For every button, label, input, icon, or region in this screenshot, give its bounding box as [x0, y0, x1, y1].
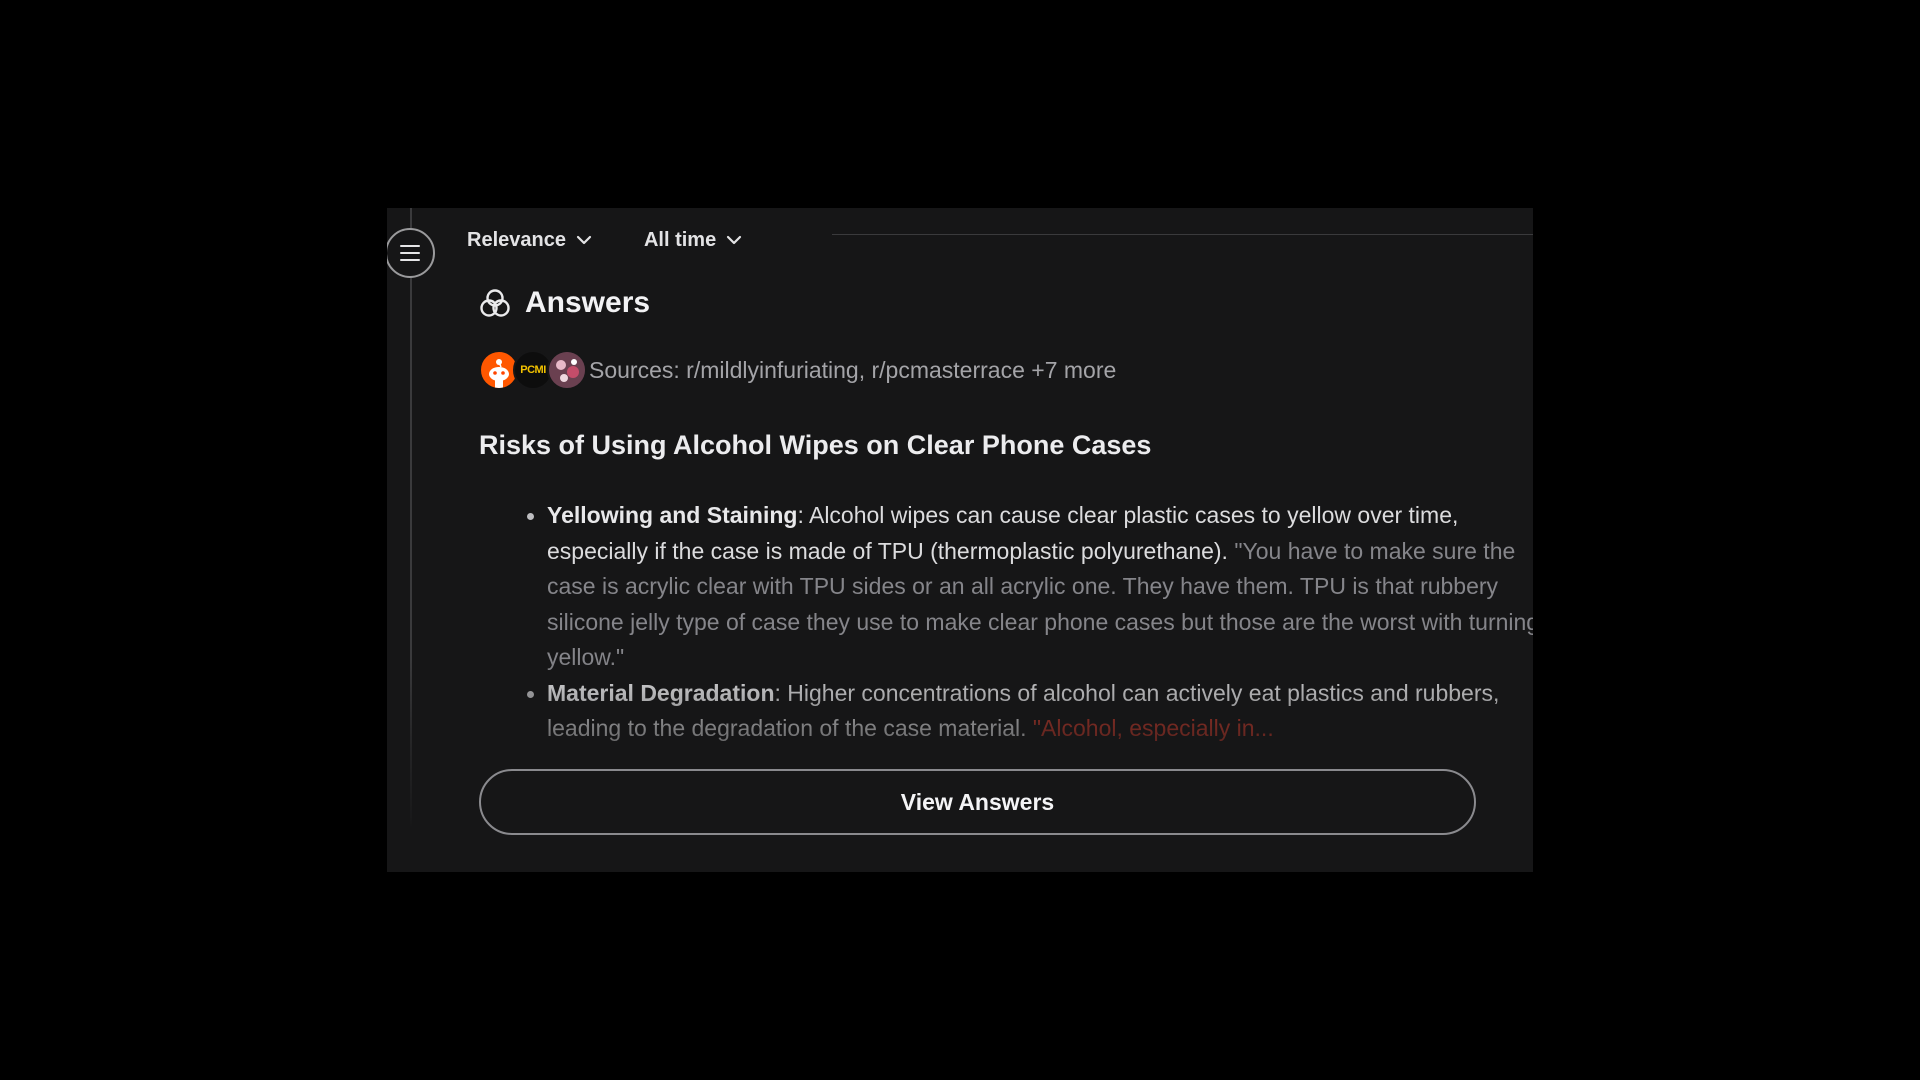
- view-answers-button[interactable]: View Answers: [479, 769, 1476, 835]
- answer-list: Yellowing and Staining: Alcohol wipes ca…: [479, 498, 1533, 747]
- bullet-term: Yellowing and Staining: [547, 502, 798, 528]
- hamburger-icon: [400, 245, 420, 261]
- filter-bar: Relevance All time: [467, 220, 794, 260]
- time-dropdown[interactable]: All time: [644, 229, 742, 252]
- chevron-down-icon: [727, 235, 742, 245]
- mildlyinfuriating-icon: [547, 350, 587, 390]
- filter-divider: [832, 234, 1533, 235]
- chevron-down-icon: [576, 235, 592, 245]
- time-dropdown-label: All time: [643, 228, 717, 251]
- answer-heading: Risks of Using Alcohol Wipes on Clear Ph…: [479, 430, 1152, 460]
- bullet-term: Material Degradation: [547, 679, 775, 706]
- list-item: Yellowing and Staining: Alcohol wipes ca…: [527, 498, 1533, 676]
- answers-title: Answers: [525, 286, 651, 319]
- answers-panel: Relevance All time Answers PCMI Sources:…: [387, 208, 1533, 872]
- sources-text[interactable]: Sources: r/mildlyinfuriating, r/pcmaster…: [589, 357, 1116, 384]
- menu-button[interactable]: [387, 228, 435, 278]
- answers-icon: [480, 289, 510, 317]
- list-item: Material Degradation: Higher concentrati…: [527, 676, 1533, 747]
- pcmr-icon-text: PCMI: [520, 364, 546, 376]
- source-avatars: PCMI: [479, 350, 587, 390]
- answers-header: Answers: [479, 286, 650, 320]
- sort-dropdown[interactable]: Relevance: [467, 229, 592, 252]
- bullet-quote: "Alcohol, especially in...: [1032, 715, 1274, 741]
- sort-dropdown-label: Relevance: [467, 228, 566, 251]
- thread-rail: [410, 208, 412, 872]
- sources-row[interactable]: PCMI Sources: r/mildlyinfuriating, r/pcm…: [479, 350, 1116, 390]
